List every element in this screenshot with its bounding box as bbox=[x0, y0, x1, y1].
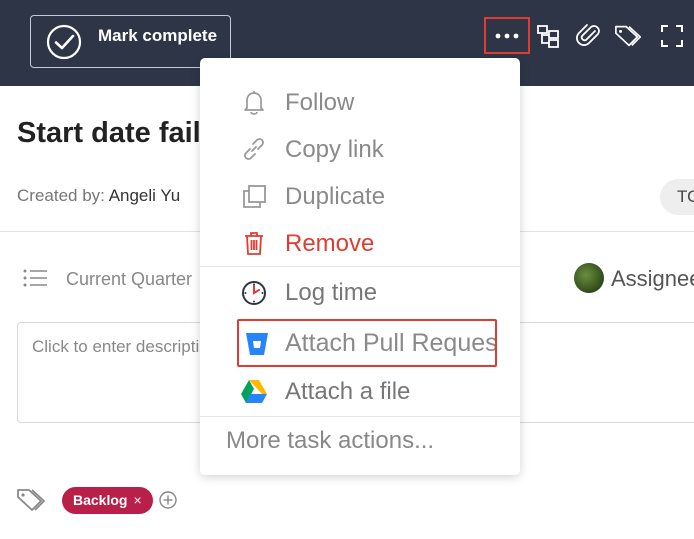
attachment-icon[interactable] bbox=[573, 20, 605, 52]
menu-item-label: Copy link bbox=[285, 136, 384, 163]
menu-item-follow[interactable]: Follow bbox=[200, 80, 520, 124]
bell-icon bbox=[244, 91, 264, 115]
task-detail-screen: Start date fail Created by: Angeli Yu TO… bbox=[0, 0, 694, 539]
menu-item-label: Log time bbox=[285, 279, 378, 306]
google-drive-icon bbox=[241, 380, 267, 403]
bitbucket-icon bbox=[246, 333, 268, 355]
menu-item-label: Remove bbox=[285, 230, 375, 257]
menu-item-attach-file[interactable]: Attach a file bbox=[200, 369, 520, 413]
clock-icon bbox=[242, 281, 266, 305]
status-pill[interactable]: TO bbox=[660, 179, 694, 215]
trash-icon bbox=[245, 232, 263, 255]
menu-item-remove[interactable]: Remove bbox=[200, 221, 520, 265]
menu-divider bbox=[200, 266, 520, 267]
created-by-name[interactable]: Angeli Yu bbox=[109, 186, 181, 205]
list-icon bbox=[23, 269, 47, 287]
more-options-icon[interactable] bbox=[484, 17, 530, 54]
fullscreen-icon[interactable] bbox=[656, 20, 688, 52]
menu-item-label: Follow bbox=[285, 89, 355, 116]
task-title[interactable]: Start date fail bbox=[17, 117, 201, 150]
menu-item-log-time[interactable]: Log time bbox=[200, 270, 520, 314]
duplicate-icon bbox=[243, 185, 266, 208]
tag-backlog[interactable]: Backlog × bbox=[62, 487, 153, 514]
mark-complete-label: Mark complete bbox=[98, 26, 218, 45]
menu-item-copy-link[interactable]: Copy link bbox=[200, 127, 520, 171]
menu-item-duplicate[interactable]: Duplicate bbox=[200, 174, 520, 218]
avatar[interactable] bbox=[574, 263, 604, 293]
link-icon bbox=[244, 138, 264, 160]
menu-item-label: Attach a file bbox=[285, 378, 411, 405]
description-placeholder: Click to enter description bbox=[32, 337, 219, 356]
tags-icon[interactable] bbox=[613, 20, 645, 52]
tag-icon bbox=[17, 489, 45, 511]
more-task-actions-link[interactable]: More task actions... bbox=[226, 427, 434, 455]
menu-divider bbox=[200, 416, 520, 417]
more-options-menu: Follow Copy link Duplicate Remove Log ti… bbox=[200, 58, 520, 475]
assignee-label[interactable]: Assignee bbox=[611, 266, 694, 292]
created-by-label: Created by: bbox=[17, 186, 105, 205]
created-by: Created by: Angeli Yu bbox=[17, 186, 180, 206]
section-label[interactable]: Current Quarter bbox=[66, 269, 192, 290]
subtasks-icon[interactable] bbox=[532, 20, 564, 52]
menu-item-label: Duplicate bbox=[285, 183, 386, 210]
add-tag-icon[interactable] bbox=[159, 491, 177, 509]
tag-remove-icon[interactable]: × bbox=[133, 492, 141, 508]
tag-label: Backlog bbox=[73, 492, 128, 508]
checkmark-circle-icon bbox=[46, 24, 82, 60]
menu-item-label: Attach Pull Request bbox=[285, 329, 497, 357]
menu-item-attach-pull-request[interactable]: Attach Pull Request bbox=[237, 319, 497, 367]
